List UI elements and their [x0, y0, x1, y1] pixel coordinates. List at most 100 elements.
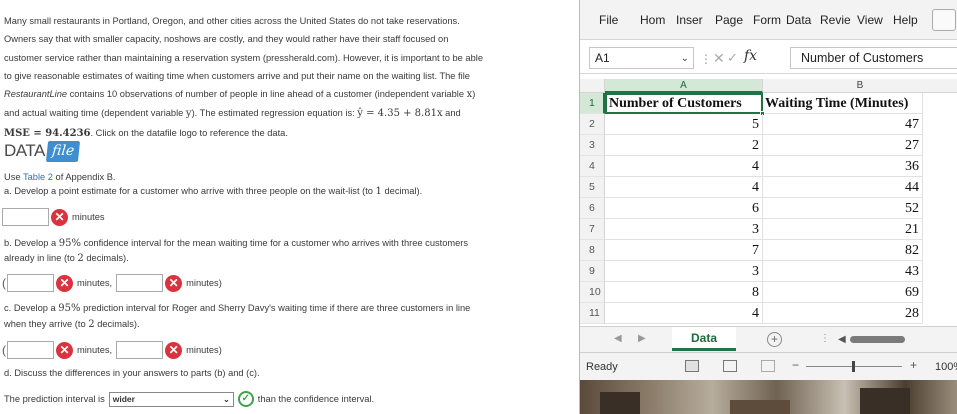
sheet-tab-data[interactable]: Data: [672, 327, 736, 351]
point-estimate-input[interactable]: [2, 208, 49, 226]
cell-b[interactable]: 47: [763, 114, 923, 135]
formula-bar: A1 ⌄ ⋮ ✕ ✓ fx Number of Customers: [580, 40, 957, 74]
name-box-value: A1: [595, 51, 610, 65]
row-header[interactable]: 5: [580, 177, 605, 198]
row-header[interactable]: 3: [580, 135, 605, 156]
intro-line-7: MSE = 94.4236. Click on the datafile log…: [4, 124, 572, 143]
scroll-left-icon[interactable]: ◀: [838, 334, 846, 345]
page-break-view-icon[interactable]: [761, 360, 775, 372]
next-sheet-icon[interactable]: ▶: [638, 333, 646, 344]
confidence-lower-input[interactable]: [7, 274, 54, 292]
menu-home[interactable]: Hom: [640, 13, 665, 27]
status-bar: Ready − + 100%: [580, 352, 957, 380]
formula-input[interactable]: Number of Customers: [790, 47, 957, 69]
row-header[interactable]: 2: [580, 114, 605, 135]
cell-a[interactable]: 6: [605, 198, 763, 219]
datafile-logo-text: DATA: [4, 141, 45, 160]
intro-line-1: Many small restaurants in Portland, Oreg…: [4, 16, 460, 26]
background-photo: [580, 380, 957, 414]
name-box[interactable]: A1 ⌄: [589, 47, 694, 69]
more-options-icon[interactable]: ⋮: [820, 333, 830, 344]
menu-help[interactable]: Help: [893, 13, 918, 27]
cell-a[interactable]: 3: [605, 219, 763, 240]
instruction-text: of Appendix B.: [52, 172, 116, 182]
row-header[interactable]: 8: [580, 240, 605, 261]
cell-b[interactable]: 43: [763, 261, 923, 282]
row-header[interactable]: 6: [580, 198, 605, 219]
cell-b[interactable]: 69: [763, 282, 923, 303]
chevron-down-icon: ⌄: [680, 52, 689, 64]
row-header[interactable]: 11: [580, 303, 605, 324]
cell-a[interactable]: 5: [605, 114, 763, 135]
cell-b[interactable]: Waiting Time (Minutes): [763, 93, 923, 114]
datafile-logo[interactable]: DATA file: [4, 140, 81, 162]
table-2-link[interactable]: Table 2: [23, 172, 53, 182]
cell-a[interactable]: 3: [605, 261, 763, 282]
menu-formulas[interactable]: Form: [753, 13, 781, 27]
menu-review[interactable]: Revie: [820, 13, 851, 27]
zoom-level[interactable]: 100%: [935, 361, 957, 373]
intro-text: contains 10 observations of number of pe…: [67, 89, 467, 100]
cancel-icon[interactable]: ✕: [713, 50, 725, 67]
cell-a[interactable]: 4: [605, 177, 763, 198]
cell-b[interactable]: 44: [763, 177, 923, 198]
horizontal-scrollbar[interactable]: [850, 336, 905, 343]
cell-b[interactable]: 28: [763, 303, 923, 324]
menu-view[interactable]: View: [857, 13, 883, 27]
minutes-label: minutes): [186, 278, 222, 288]
cell-b[interactable]: 36: [763, 156, 923, 177]
spreadsheet-grid[interactable]: A B 1 Number of Customers Waiting Time (Mi…: [580, 74, 957, 326]
column-header-a[interactable]: A: [605, 79, 763, 93]
zoom-slider-thumb[interactable]: [852, 361, 855, 372]
prediction-upper-input[interactable]: [116, 341, 164, 359]
interval-comparison-select[interactable]: wider ⌄: [108, 391, 234, 407]
select-all-corner[interactable]: [580, 79, 605, 93]
page-layout-view-icon[interactable]: [723, 360, 737, 372]
prediction-lower-input[interactable]: [7, 341, 54, 359]
part-d-prompt: d. Discuss the differences in your answe…: [4, 368, 260, 378]
datafile-logo-badge: file: [45, 140, 81, 162]
cell-b[interactable]: 52: [763, 198, 923, 219]
row-header[interactable]: 1: [580, 93, 605, 114]
cell-b[interactable]: 27: [763, 135, 923, 156]
menu-data[interactable]: Data: [786, 13, 811, 27]
cell-b[interactable]: 82: [763, 240, 923, 261]
confidence-upper-input[interactable]: [116, 274, 164, 292]
function-icon[interactable]: fx: [744, 48, 757, 64]
menu-page-layout[interactable]: Page: [715, 13, 743, 27]
minutes-label: minutes,: [77, 278, 113, 288]
normal-view-icon[interactable]: [685, 360, 699, 372]
part-a-answer-row: ✕ minutes: [2, 208, 105, 226]
more-options-icon[interactable]: ⋮: [700, 52, 712, 66]
intro-line-4: to give reasonable estimates of waiting …: [4, 70, 470, 81]
zoom-in-icon[interactable]: +: [910, 358, 917, 372]
prev-sheet-icon[interactable]: ◀: [614, 333, 622, 344]
prompt-text: decimals).: [94, 319, 140, 329]
prompt-text: confidence interval for the mean waiting…: [81, 238, 469, 248]
cell-a[interactable]: 4: [605, 156, 763, 177]
cell-a[interactable]: Number of Customers: [605, 93, 763, 114]
part-b-answer-row: ( ✕ minutes, ✕ minutes): [0, 274, 222, 292]
row-header[interactable]: 9: [580, 261, 605, 282]
menu-file[interactable]: File: [599, 13, 618, 27]
prompt-text: a. Develop a point estimate for a custom…: [4, 186, 376, 196]
add-sheet-icon[interactable]: +: [767, 332, 782, 347]
row-header[interactable]: 4: [580, 156, 605, 177]
cell-a[interactable]: 4: [605, 303, 763, 324]
cell-a[interactable]: 2: [605, 135, 763, 156]
cell-b[interactable]: 21: [763, 219, 923, 240]
column-header-b[interactable]: B: [763, 79, 957, 93]
check-circle-icon: ✓: [237, 391, 254, 407]
photo-detail: [600, 392, 640, 414]
enter-icon[interactable]: ✓: [727, 50, 738, 66]
minutes-label: minutes: [72, 212, 105, 222]
comments-icon[interactable]: [932, 9, 956, 31]
cell-a[interactable]: 7: [605, 240, 763, 261]
row-header[interactable]: 7: [580, 219, 605, 240]
cell-a[interactable]: 8: [605, 282, 763, 303]
zoom-out-icon[interactable]: −: [792, 358, 799, 372]
prompt-text: already in line (to: [4, 253, 78, 263]
row-header[interactable]: 10: [580, 282, 605, 303]
menu-insert[interactable]: Inser: [676, 13, 703, 27]
answer-suffix: than the confidence interval.: [257, 394, 375, 404]
